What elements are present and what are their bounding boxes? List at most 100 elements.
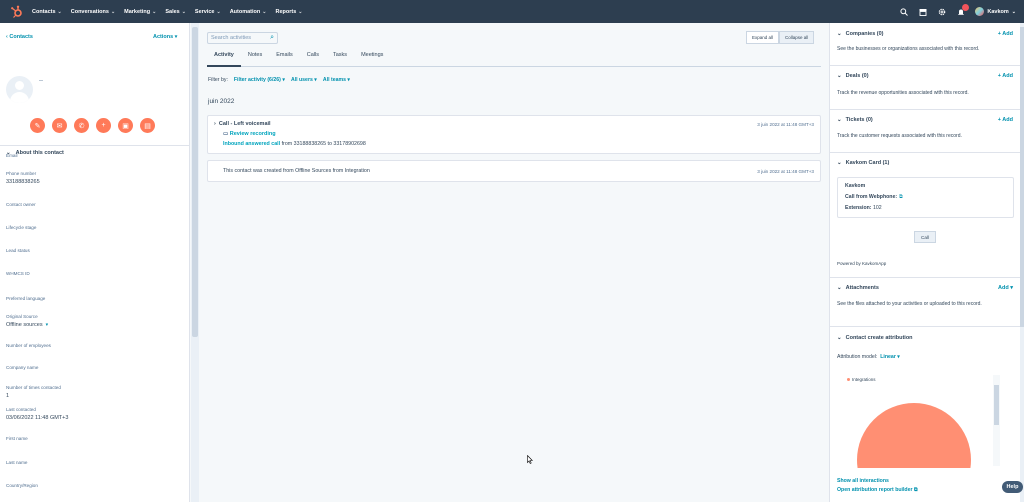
chevron-down-icon: ⌄ xyxy=(837,31,842,37)
actions-dropdown[interactable]: Actions ▾ xyxy=(153,34,177,40)
chevron-down-icon: ⌄ xyxy=(216,8,221,15)
chevron-down-icon: ⌄ xyxy=(837,335,842,341)
external-link-icon: ⧉ xyxy=(899,194,903,200)
hubspot-logo-icon[interactable] xyxy=(10,5,24,19)
right-sidebar: ⌄ Companies (0) + Add See the businesses … xyxy=(829,23,1020,502)
notifications-bell-icon[interactable] xyxy=(956,3,970,17)
nav-conversations[interactable]: Conversations ⌄ xyxy=(71,9,115,15)
chart-scrollbar[interactable] xyxy=(993,375,1000,466)
attribution-chart xyxy=(837,375,1004,468)
activity-card-created[interactable]: This contact was created from Offline So… xyxy=(207,160,821,182)
chevron-down-icon: ⌄ xyxy=(110,8,116,15)
collapse-all-button[interactable]: Collapse all xyxy=(779,31,815,44)
filter-by-label: Filter by: xyxy=(208,77,228,83)
search-icon: ⌕ xyxy=(270,34,274,41)
review-recording-link[interactable]: ▭ Review recording xyxy=(223,131,276,137)
activity-timestamp: 3 juin 2022 at 11:48 GMT+3 xyxy=(757,169,814,174)
tickets-section-toggle[interactable]: ⌄ Tickets (0) xyxy=(837,117,873,123)
calendar-icon: ▣ xyxy=(122,122,129,130)
back-to-contacts-link[interactable]: ‹ Contacts xyxy=(6,34,33,40)
show-all-interactions-link[interactable]: Show all interactions xyxy=(837,478,889,484)
settings-gear-icon[interactable] xyxy=(937,7,947,17)
nav-sales[interactable]: Sales ⌄ xyxy=(165,9,186,15)
account-avatar xyxy=(975,7,985,16)
attribution-section-toggle[interactable]: ⌄ Contact create attribution xyxy=(837,335,913,341)
contact-name[interactable]: -- xyxy=(39,78,43,84)
kavkom-card-section-toggle[interactable]: ⌄ Kavkom Card (1) xyxy=(837,160,889,166)
legend-swatch xyxy=(847,378,850,381)
nav-right-tools: Kavkom ⌄ xyxy=(899,0,1016,23)
nav-reports[interactable]: Reports ⌄ xyxy=(275,9,302,15)
attribution-model: Attribution model: Linear ▾ xyxy=(837,354,900,360)
divider xyxy=(830,65,1020,66)
contact-sidebar: ‹ Contacts Actions ▾ -- ✎ ✉ ✆ + ▣ ▤ ⌄ Ab… xyxy=(0,23,190,502)
add-company-button[interactable]: + Add xyxy=(998,31,1013,37)
call-from-webphone[interactable]: Call from Webphone: ⧉ xyxy=(845,194,903,200)
prop-email-label: Email xyxy=(6,153,18,158)
tab-tasks[interactable]: Tasks xyxy=(326,52,354,67)
tab-emails[interactable]: Emails xyxy=(269,52,300,67)
kavkom-call-button[interactable]: Call xyxy=(914,231,936,243)
account-menu[interactable]: Kavkom ⌄ xyxy=(975,7,1016,16)
tab-activity[interactable]: Activity xyxy=(207,52,241,67)
attribution-model-dropdown[interactable]: Linear ▾ xyxy=(880,354,900,360)
top-navigation: Contacts ⌄ Conversations ⌄ Marketing ⌄ Sale… xyxy=(0,0,1024,23)
activity-timestamp: 3 juin 2022 at 11:48 GMT+3 xyxy=(757,122,814,127)
task-button[interactable]: + xyxy=(96,118,111,133)
activity-panel: Search activities ⌕ Expand all Collapse … xyxy=(201,23,827,502)
activity-tabs: Activity Notes Emails Calls Tasks Meetin… xyxy=(207,52,821,67)
deals-section-toggle[interactable]: ⌄ Deals (0) xyxy=(837,73,869,79)
add-attachment-dropdown[interactable]: Add ▾ xyxy=(998,285,1013,291)
envelope-icon: ✉ xyxy=(56,122,63,130)
call-button[interactable]: ✆ xyxy=(74,118,89,133)
prop-times-contacted-value[interactable]: 1 xyxy=(6,393,9,399)
chart-legend-item[interactable]: Integrations xyxy=(847,377,876,382)
tab-meetings[interactable]: Meetings xyxy=(354,52,390,67)
nav-automation[interactable]: Automation ⌄ xyxy=(230,9,267,15)
nav-service[interactable]: Service ⌄ xyxy=(195,9,221,15)
help-button[interactable]: Help xyxy=(1002,481,1023,493)
phone-icon: ✆ xyxy=(78,122,85,130)
companies-description: See the businesses or organizations asso… xyxy=(837,46,980,52)
open-report-builder-link[interactable]: Open attribution report builder ⧉ xyxy=(837,487,918,494)
meeting-button[interactable]: ▣ xyxy=(118,118,133,133)
left-scrollbar[interactable] xyxy=(191,23,199,502)
tab-notes[interactable]: Notes xyxy=(241,52,269,67)
nav-marketing[interactable]: Marketing ⌄ xyxy=(124,9,156,15)
chevron-down-icon: ⌄ xyxy=(837,117,842,123)
right-scrollbar[interactable] xyxy=(1020,23,1024,502)
add-deal-button[interactable]: + Add xyxy=(998,73,1013,79)
companies-section-toggle[interactable]: ⌄ Companies (0) xyxy=(837,31,884,37)
attribution-pie-chart xyxy=(857,403,971,468)
add-ticket-button[interactable]: + Add xyxy=(998,117,1013,123)
powered-by-text: Powered by KavkomApp xyxy=(837,261,887,266)
filter-users-dropdown[interactable]: All users ▾ xyxy=(291,77,317,83)
caret-down-icon: ▾ xyxy=(174,34,178,40)
chevron-down-icon: ⌄ xyxy=(837,160,842,166)
nav-contacts[interactable]: Contacts ⌄ xyxy=(32,9,62,15)
search-activities-input[interactable]: Search activities ⌕ xyxy=(207,32,278,44)
activity-text: This contact was created from Offline So… xyxy=(223,168,370,174)
prop-times-contacted-label: Number of times contacted xyxy=(6,385,61,390)
mouse-cursor-icon xyxy=(527,455,533,464)
extension-row: Extension: 102 xyxy=(845,205,882,211)
contact-avatar[interactable] xyxy=(6,76,33,103)
attachments-section-toggle[interactable]: ⌄ Attachments xyxy=(837,285,879,291)
note-button[interactable]: ✎ xyxy=(30,118,45,133)
pie-slice-integrations[interactable] xyxy=(857,403,971,468)
prop-last-contacted-value[interactable]: 03/06/2022 11:48 GMT+3 xyxy=(6,415,68,421)
prop-phone-value[interactable]: 33188838265 xyxy=(6,179,40,185)
search-icon[interactable] xyxy=(899,7,909,17)
activity-card-call[interactable]: › Call - Left voicemail 3 juin 2022 at 1… xyxy=(207,115,821,154)
marketplace-icon[interactable] xyxy=(918,7,928,17)
month-heading: juin 2022 xyxy=(208,98,235,105)
filter-activity-dropdown[interactable]: Filter activity (6/26) ▾ xyxy=(234,77,285,83)
more-button[interactable]: ▤ xyxy=(140,118,155,133)
tab-calls[interactable]: Calls xyxy=(300,52,326,67)
filter-bar: Filter by: Filter activity (6/26) ▾ All … xyxy=(208,77,350,83)
prop-source-value[interactable]: Offline sources ▾ xyxy=(6,322,48,328)
tickets-description: Track the customer requests associated w… xyxy=(837,133,962,139)
filter-teams-dropdown[interactable]: All teams ▾ xyxy=(323,77,350,83)
expand-all-button[interactable]: Expand all xyxy=(746,31,780,44)
email-button[interactable]: ✉ xyxy=(52,118,67,133)
